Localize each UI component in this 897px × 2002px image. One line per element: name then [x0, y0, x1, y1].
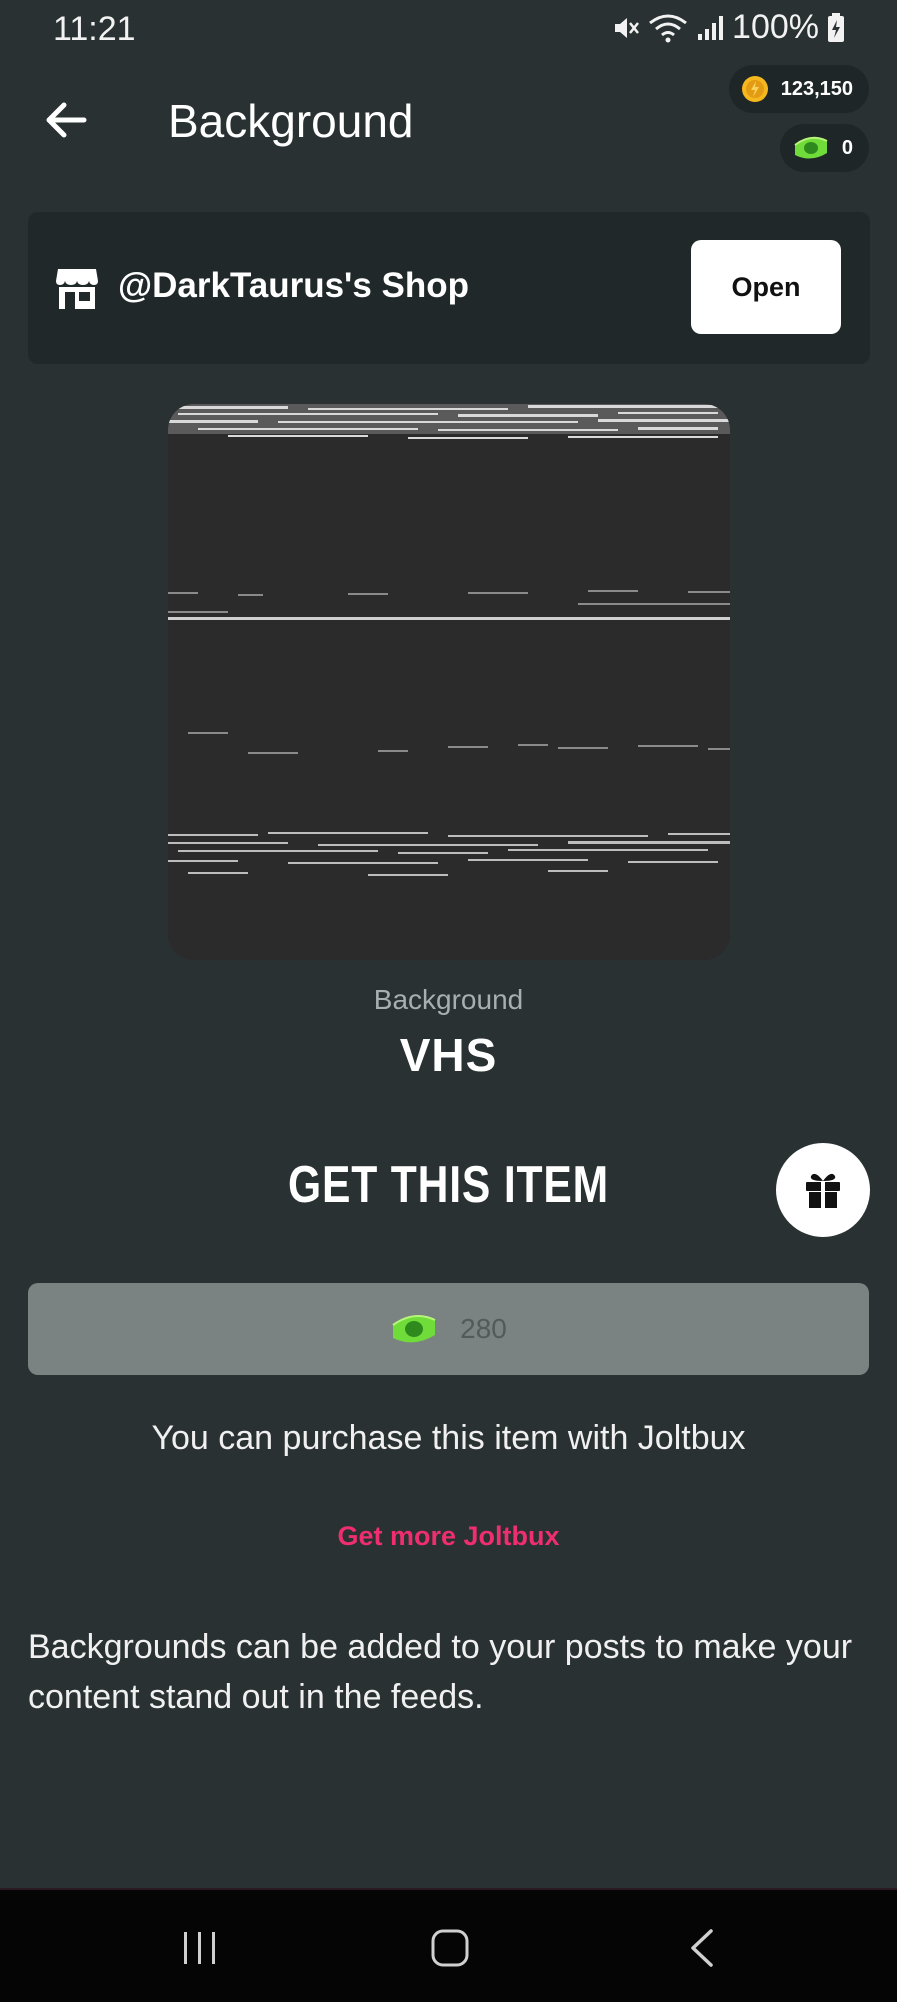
coins-amount: 123,150: [780, 77, 853, 100]
back-nav-button[interactable]: [662, 1918, 742, 1978]
gift-button[interactable]: [776, 1143, 870, 1237]
recent-apps-icon: [184, 1932, 215, 1964]
joltbux-icon: [392, 1315, 436, 1343]
item-category: Background: [373, 984, 524, 1015]
status-time: 11:21: [53, 10, 136, 48]
joltbux-amount: 0: [841, 136, 853, 159]
signal-icon: [698, 15, 724, 40]
vhs-static-image: [168, 404, 730, 960]
storefront-icon: [56, 269, 98, 309]
status-icons: 100%: [612, 8, 845, 47]
gift-icon: [806, 1173, 840, 1208]
battery-icon: [828, 12, 844, 42]
joltbux-icon: [794, 136, 828, 159]
home-button[interactable]: [410, 1918, 490, 1978]
price-value: 280: [460, 1313, 507, 1344]
arrow-left-icon: [46, 102, 87, 138]
battery-percent: 100%: [732, 8, 819, 46]
coins-balance[interactable]: 123,150: [728, 65, 869, 113]
recent-apps-button[interactable]: [160, 1918, 240, 1978]
mute-icon: [615, 17, 640, 38]
purchase-info: You can purchase this item with Joltbux: [151, 1419, 746, 1457]
get-more-joltbux-link[interactable]: Get more Joltbux: [0, 1521, 897, 1552]
wifi-icon: [649, 14, 687, 42]
coin-icon: [741, 76, 768, 102]
open-shop-button[interactable]: Open: [691, 240, 841, 334]
page-title: Background: [168, 95, 414, 147]
joltbux-balance[interactable]: 0: [779, 124, 869, 172]
shop-name: @DarkTaurus's Shop: [118, 266, 470, 305]
home-icon: [431, 1929, 469, 1967]
item-preview-image: [168, 404, 730, 960]
item-description: Backgrounds can be added to your posts t…: [28, 1628, 853, 1716]
back-chevron-icon: [691, 1929, 713, 1967]
purchase-button[interactable]: 280: [28, 1283, 869, 1375]
item-name: VHS: [399, 1029, 498, 1081]
get-item-heading: GET THIS ITEM: [287, 1156, 609, 1214]
back-button[interactable]: [36, 90, 96, 150]
